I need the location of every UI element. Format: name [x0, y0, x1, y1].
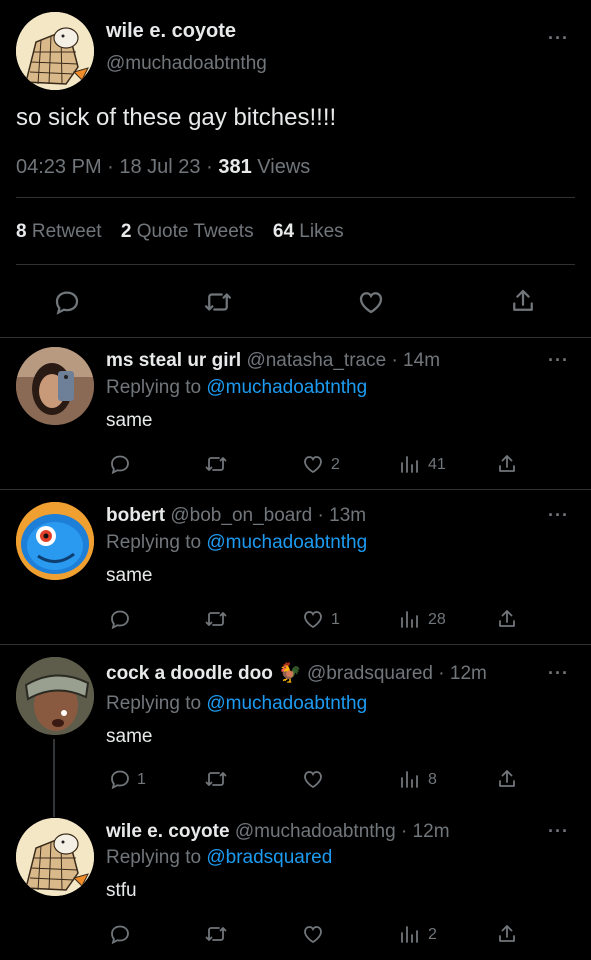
divider: [0, 644, 591, 645]
reply-icon[interactable]: [108, 452, 132, 476]
avatar[interactable]: [16, 818, 94, 896]
thread-line: [53, 739, 55, 817]
selfie-avatar-image: [16, 347, 94, 425]
replying-to: Replying to @muchadoabtnthg: [106, 532, 368, 553]
like-count: 1: [331, 611, 340, 628]
tweet-timestamp[interactable]: 04:23 PM · 18 Jul 23: [16, 156, 201, 178]
reply-text: same: [106, 410, 153, 431]
timestamp[interactable]: · 12m: [401, 821, 450, 842]
views-icon[interactable]: [398, 607, 422, 631]
like-icon[interactable]: [356, 287, 386, 317]
display-name[interactable]: ms steal ur girl: [106, 350, 241, 371]
tweet-meta: 04:23 PM · 18 Jul 23 · 381 Views: [16, 155, 310, 179]
retweet-icon[interactable]: [202, 767, 230, 791]
share-icon[interactable]: [495, 921, 519, 947]
reply-text: same: [106, 726, 153, 747]
divider: [0, 489, 591, 490]
divider: [0, 337, 591, 338]
timestamp[interactable]: · 13m: [318, 505, 367, 526]
reply-text: stfu: [106, 880, 137, 901]
handle[interactable]: @muchadoabtnthg: [106, 53, 267, 75]
reply-header: cock a doodle doo 🐓 @bradsquared · 12m: [106, 662, 487, 686]
reply-icon[interactable]: [52, 287, 82, 317]
retweet-icon[interactable]: [202, 452, 230, 476]
replying-to-link[interactable]: @bradsquared: [206, 847, 332, 868]
views-label: Views: [251, 156, 311, 178]
reply-icon[interactable]: [108, 922, 132, 946]
handle[interactable]: @natasha_trace: [246, 350, 386, 371]
retweets-stat[interactable]: 8 Retweet: [16, 221, 102, 242]
display-name[interactable]: cock a doodle doo 🐓: [106, 663, 302, 684]
like-icon[interactable]: [300, 922, 326, 946]
avatar[interactable]: [16, 502, 94, 580]
display-name[interactable]: wile e. coyote: [106, 20, 236, 43]
more-options-button[interactable]: ···: [548, 664, 569, 682]
replying-to-link[interactable]: @muchadoabtnthg: [206, 377, 367, 398]
replying-to: Replying to @bradsquared: [106, 847, 333, 868]
retweet-icon[interactable]: [202, 287, 234, 317]
replying-to: Replying to @muchadoabtnthg: [106, 693, 368, 714]
view-count: 28: [428, 611, 446, 628]
retweet-icon[interactable]: [202, 922, 230, 946]
engagement-stats: 8 Retweet 2 Quote Tweets 64 Likes: [16, 220, 344, 244]
timestamp[interactable]: · 12m: [438, 663, 487, 684]
retweet-icon[interactable]: [202, 607, 230, 631]
more-options-button[interactable]: ···: [548, 351, 569, 369]
avatar[interactable]: [16, 347, 94, 425]
reply-header: wile e. coyote @muchadoabtnthg · 12m: [106, 820, 450, 844]
reply-text: same: [106, 565, 153, 586]
quotes-stat[interactable]: 2 Quote Tweets: [121, 221, 254, 242]
divider: [16, 197, 575, 198]
blob-avatar-image: [16, 502, 94, 580]
handle[interactable]: @bob_on_board: [170, 505, 312, 526]
reply-icon[interactable]: [108, 767, 132, 791]
reply-count: 1: [137, 771, 146, 788]
handle[interactable]: @bradsquared: [307, 663, 433, 684]
view-count: 2: [428, 926, 437, 943]
handle[interactable]: @muchadoabtnthg: [235, 821, 396, 842]
views-icon[interactable]: [398, 452, 422, 476]
view-count: 8: [428, 771, 437, 788]
coyote-avatar-image: [16, 818, 94, 896]
avatar[interactable]: [16, 657, 94, 735]
goggles-avatar-image: [16, 657, 94, 735]
like-icon[interactable]: [300, 607, 326, 631]
reply-header: bobert @bob_on_board · 13m: [106, 504, 366, 528]
replying-to: Replying to @muchadoabtnthg: [106, 377, 368, 398]
more-options-button[interactable]: ···: [548, 29, 569, 47]
replying-to-link[interactable]: @muchadoabtnthg: [206, 693, 367, 714]
like-icon[interactable]: [300, 452, 326, 476]
views-icon[interactable]: [398, 767, 422, 791]
timestamp[interactable]: · 14m: [391, 350, 440, 371]
avatar[interactable]: [16, 12, 94, 90]
view-count: 41: [428, 456, 446, 473]
display-name[interactable]: bobert: [106, 505, 165, 526]
more-options-button[interactable]: ···: [548, 822, 569, 840]
share-icon[interactable]: [495, 606, 519, 632]
more-options-button[interactable]: ···: [548, 506, 569, 524]
like-icon[interactable]: [300, 767, 326, 791]
views-count: 381: [218, 156, 252, 178]
views-icon[interactable]: [398, 922, 422, 946]
display-name[interactable]: wile e. coyote: [106, 821, 230, 842]
reply-icon[interactable]: [108, 607, 132, 631]
reply-header: ms steal ur girl @natasha_trace · 14m: [106, 349, 440, 373]
share-icon[interactable]: [495, 766, 519, 792]
tweet-text: so sick of these gay bitches!!!!: [16, 104, 337, 131]
separator: ·: [200, 156, 219, 178]
coyote-avatar-image: [16, 12, 94, 90]
share-icon[interactable]: [495, 451, 519, 477]
replying-to-link[interactable]: @muchadoabtnthg: [206, 532, 367, 553]
divider: [16, 264, 575, 265]
likes-stat[interactable]: 64 Likes: [273, 221, 344, 242]
share-icon[interactable]: [508, 285, 538, 317]
like-count: 2: [331, 456, 340, 473]
